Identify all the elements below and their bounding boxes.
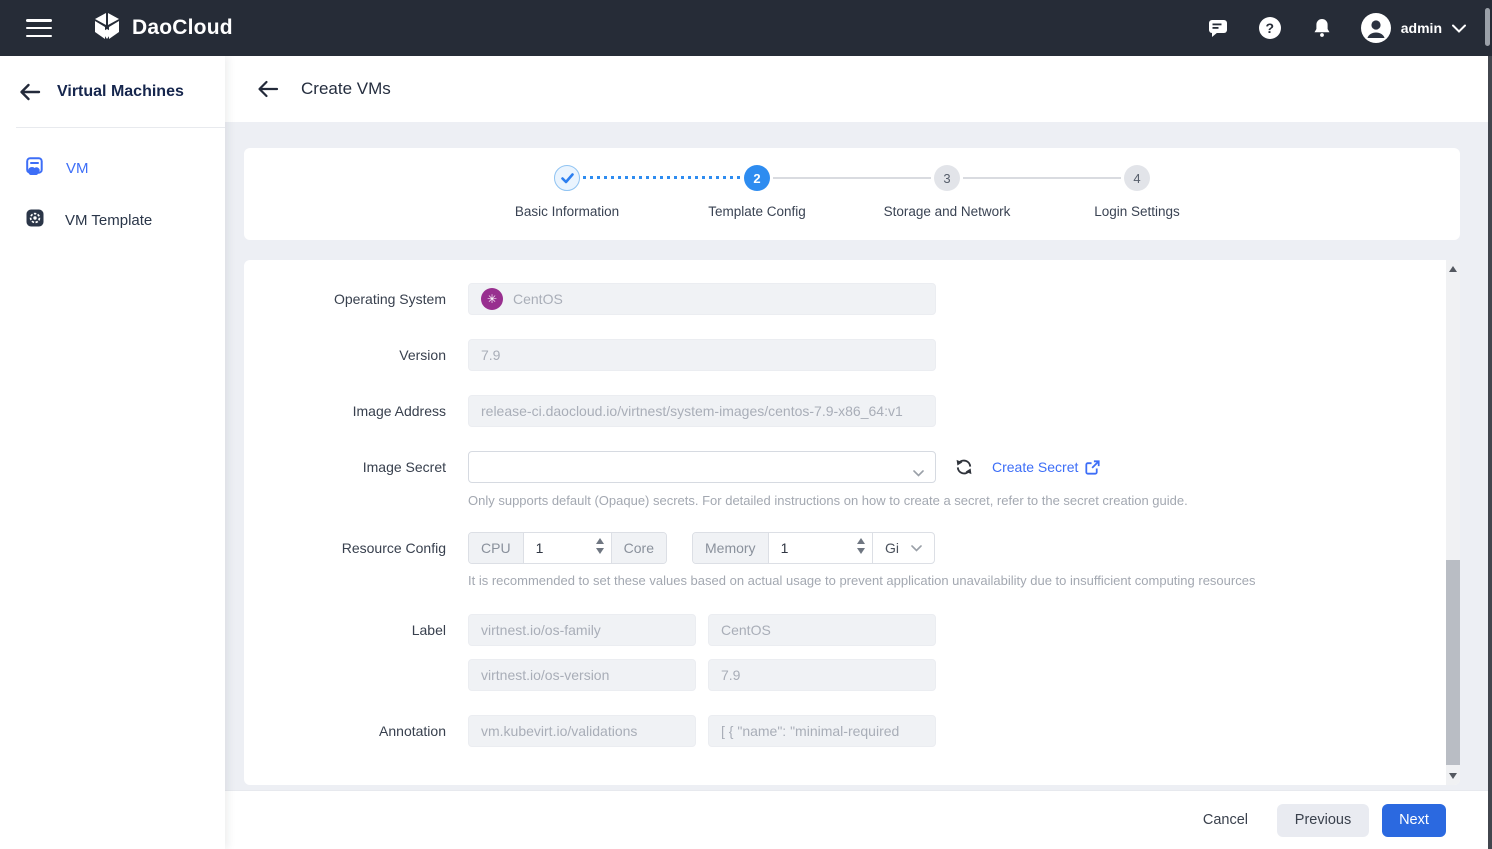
step-connector-1: [583, 176, 741, 179]
username-label: admin: [1401, 20, 1442, 36]
sidebar-item-vm[interactable]: VM: [0, 142, 225, 194]
wizard-footer: Cancel Previous Next: [225, 790, 1492, 849]
operating-system-field: ✳ CentOS: [468, 283, 936, 315]
vm-icon: [25, 156, 46, 181]
label-field-label: Label: [266, 614, 446, 646]
memory-stepper[interactable]: [857, 538, 865, 554]
version-value: 7.9: [481, 347, 500, 363]
bell-icon: [1310, 16, 1334, 40]
cpu-stepper[interactable]: [596, 538, 604, 554]
step-template-config[interactable]: 2 Template Config: [662, 165, 852, 219]
window-scrollbar[interactable]: [1488, 56, 1492, 849]
help-icon: ?: [1259, 17, 1281, 39]
create-secret-link[interactable]: Create Secret: [992, 459, 1100, 475]
topbar: DaoCloud ?: [0, 0, 1492, 56]
cpu-unit: Core: [611, 533, 666, 563]
label-key-field: virtnest.io/os-family: [468, 614, 696, 646]
page-header: Create VMs: [225, 56, 1492, 122]
user-menu[interactable]: admin: [1361, 13, 1466, 43]
stepper-card: Basic Information 2 Template Config 3 St…: [244, 148, 1460, 240]
back-arrow-icon: [19, 83, 41, 101]
notifications-button[interactable]: [1309, 15, 1335, 41]
decrement-icon: [857, 548, 865, 554]
previous-button[interactable]: Previous: [1277, 804, 1369, 837]
sidebar-item-label: VM Template: [65, 212, 152, 229]
decrement-icon: [596, 548, 604, 554]
cancel-button[interactable]: Cancel: [1203, 812, 1248, 828]
memory-unit-select[interactable]: Gi: [872, 533, 934, 563]
message-icon: [1206, 16, 1230, 40]
label-value-field: 7.9: [708, 659, 936, 691]
form-scrollbar-thumb[interactable]: [1446, 560, 1460, 765]
memory-prefix: Memory: [693, 533, 769, 563]
label-key-field: virtnest.io/os-version: [468, 659, 696, 691]
image-address-field: release-ci.daocloud.io/virtnest/system-i…: [468, 395, 936, 427]
scroll-up-button[interactable]: [1446, 262, 1460, 276]
step-done-check-icon: [554, 165, 580, 191]
version-field: 7.9: [468, 339, 936, 371]
brand: DaoCloud: [92, 11, 233, 46]
image-secret-label: Image Secret: [266, 451, 446, 483]
step-basic-information[interactable]: Basic Information: [472, 165, 662, 219]
increment-icon: [857, 538, 865, 544]
hamburger-menu-icon[interactable]: [26, 19, 52, 37]
image-secret-select[interactable]: [468, 451, 936, 483]
step-number: 3: [934, 165, 960, 191]
chevron-down-icon: [1452, 24, 1466, 33]
annotation-label: Annotation: [266, 715, 446, 747]
brand-name: DaoCloud: [132, 16, 233, 40]
template-config-form: Operating System ✳ CentOS Version 7.9: [244, 260, 1460, 785]
sidebar-title: Virtual Machines: [57, 83, 184, 101]
image-secret-help: Only supports default (Opaque) secrets. …: [468, 493, 1188, 508]
operating-system-label: Operating System: [266, 283, 446, 315]
help-button[interactable]: ?: [1257, 15, 1283, 41]
step-login-settings[interactable]: 4 Login Settings: [1042, 165, 1232, 219]
operating-system-value: CentOS: [513, 291, 563, 307]
annotation-value-field: [ { "name": "minimal-required: [708, 715, 936, 747]
step-label: Template Config: [708, 204, 806, 219]
step-number: 2: [744, 165, 770, 191]
refresh-secrets-button[interactable]: [953, 456, 975, 478]
window-scrollbar-thumb-top: [1485, 8, 1490, 46]
form-scrollbar: [1446, 260, 1460, 785]
memory-input-group: Memory Gi: [692, 532, 935, 564]
step-connector-2: [773, 177, 931, 179]
back-arrow-icon: [257, 80, 279, 98]
step-number: 4: [1124, 165, 1150, 191]
step-label: Storage and Network: [884, 204, 1011, 219]
vm-template-icon: [25, 208, 45, 232]
sidebar: Virtual Machines VM: [0, 56, 225, 849]
sidebar-item-vm-template[interactable]: VM Template: [0, 194, 225, 246]
scroll-down-button[interactable]: [1446, 769, 1460, 783]
increment-icon: [596, 538, 604, 544]
image-address-value: release-ci.daocloud.io/virtnest/system-i…: [481, 403, 903, 419]
page-title: Create VMs: [301, 79, 391, 99]
avatar: [1361, 13, 1391, 43]
refresh-icon: [954, 457, 974, 477]
chevron-down-icon: [911, 545, 922, 552]
page-back-button[interactable]: [256, 77, 280, 101]
label-value-field: CentOS: [708, 614, 936, 646]
step-connector-3: [963, 177, 1121, 179]
step-storage-and-network[interactable]: 3 Storage and Network: [852, 165, 1042, 219]
external-link-icon: [1085, 460, 1100, 475]
cpu-input-group: CPU Core: [468, 532, 667, 564]
centos-icon: ✳: [481, 288, 503, 310]
step-label: Basic Information: [515, 204, 619, 219]
resource-config-help: It is recommended to set these values ba…: [468, 573, 1255, 588]
resource-config-label: Resource Config: [266, 532, 446, 564]
image-address-label: Image Address: [266, 395, 446, 427]
cpu-prefix: CPU: [469, 533, 524, 563]
sidebar-back-button[interactable]: [18, 80, 42, 104]
annotation-key-field: vm.kubevirt.io/validations: [468, 715, 696, 747]
step-label: Login Settings: [1094, 204, 1180, 219]
version-label: Version: [266, 339, 446, 371]
next-button[interactable]: Next: [1382, 804, 1446, 837]
daocloud-logo-icon: [92, 11, 122, 46]
sidebar-item-label: VM: [66, 160, 89, 177]
messages-button[interactable]: [1205, 15, 1231, 41]
chevron-down-icon: [913, 464, 924, 482]
